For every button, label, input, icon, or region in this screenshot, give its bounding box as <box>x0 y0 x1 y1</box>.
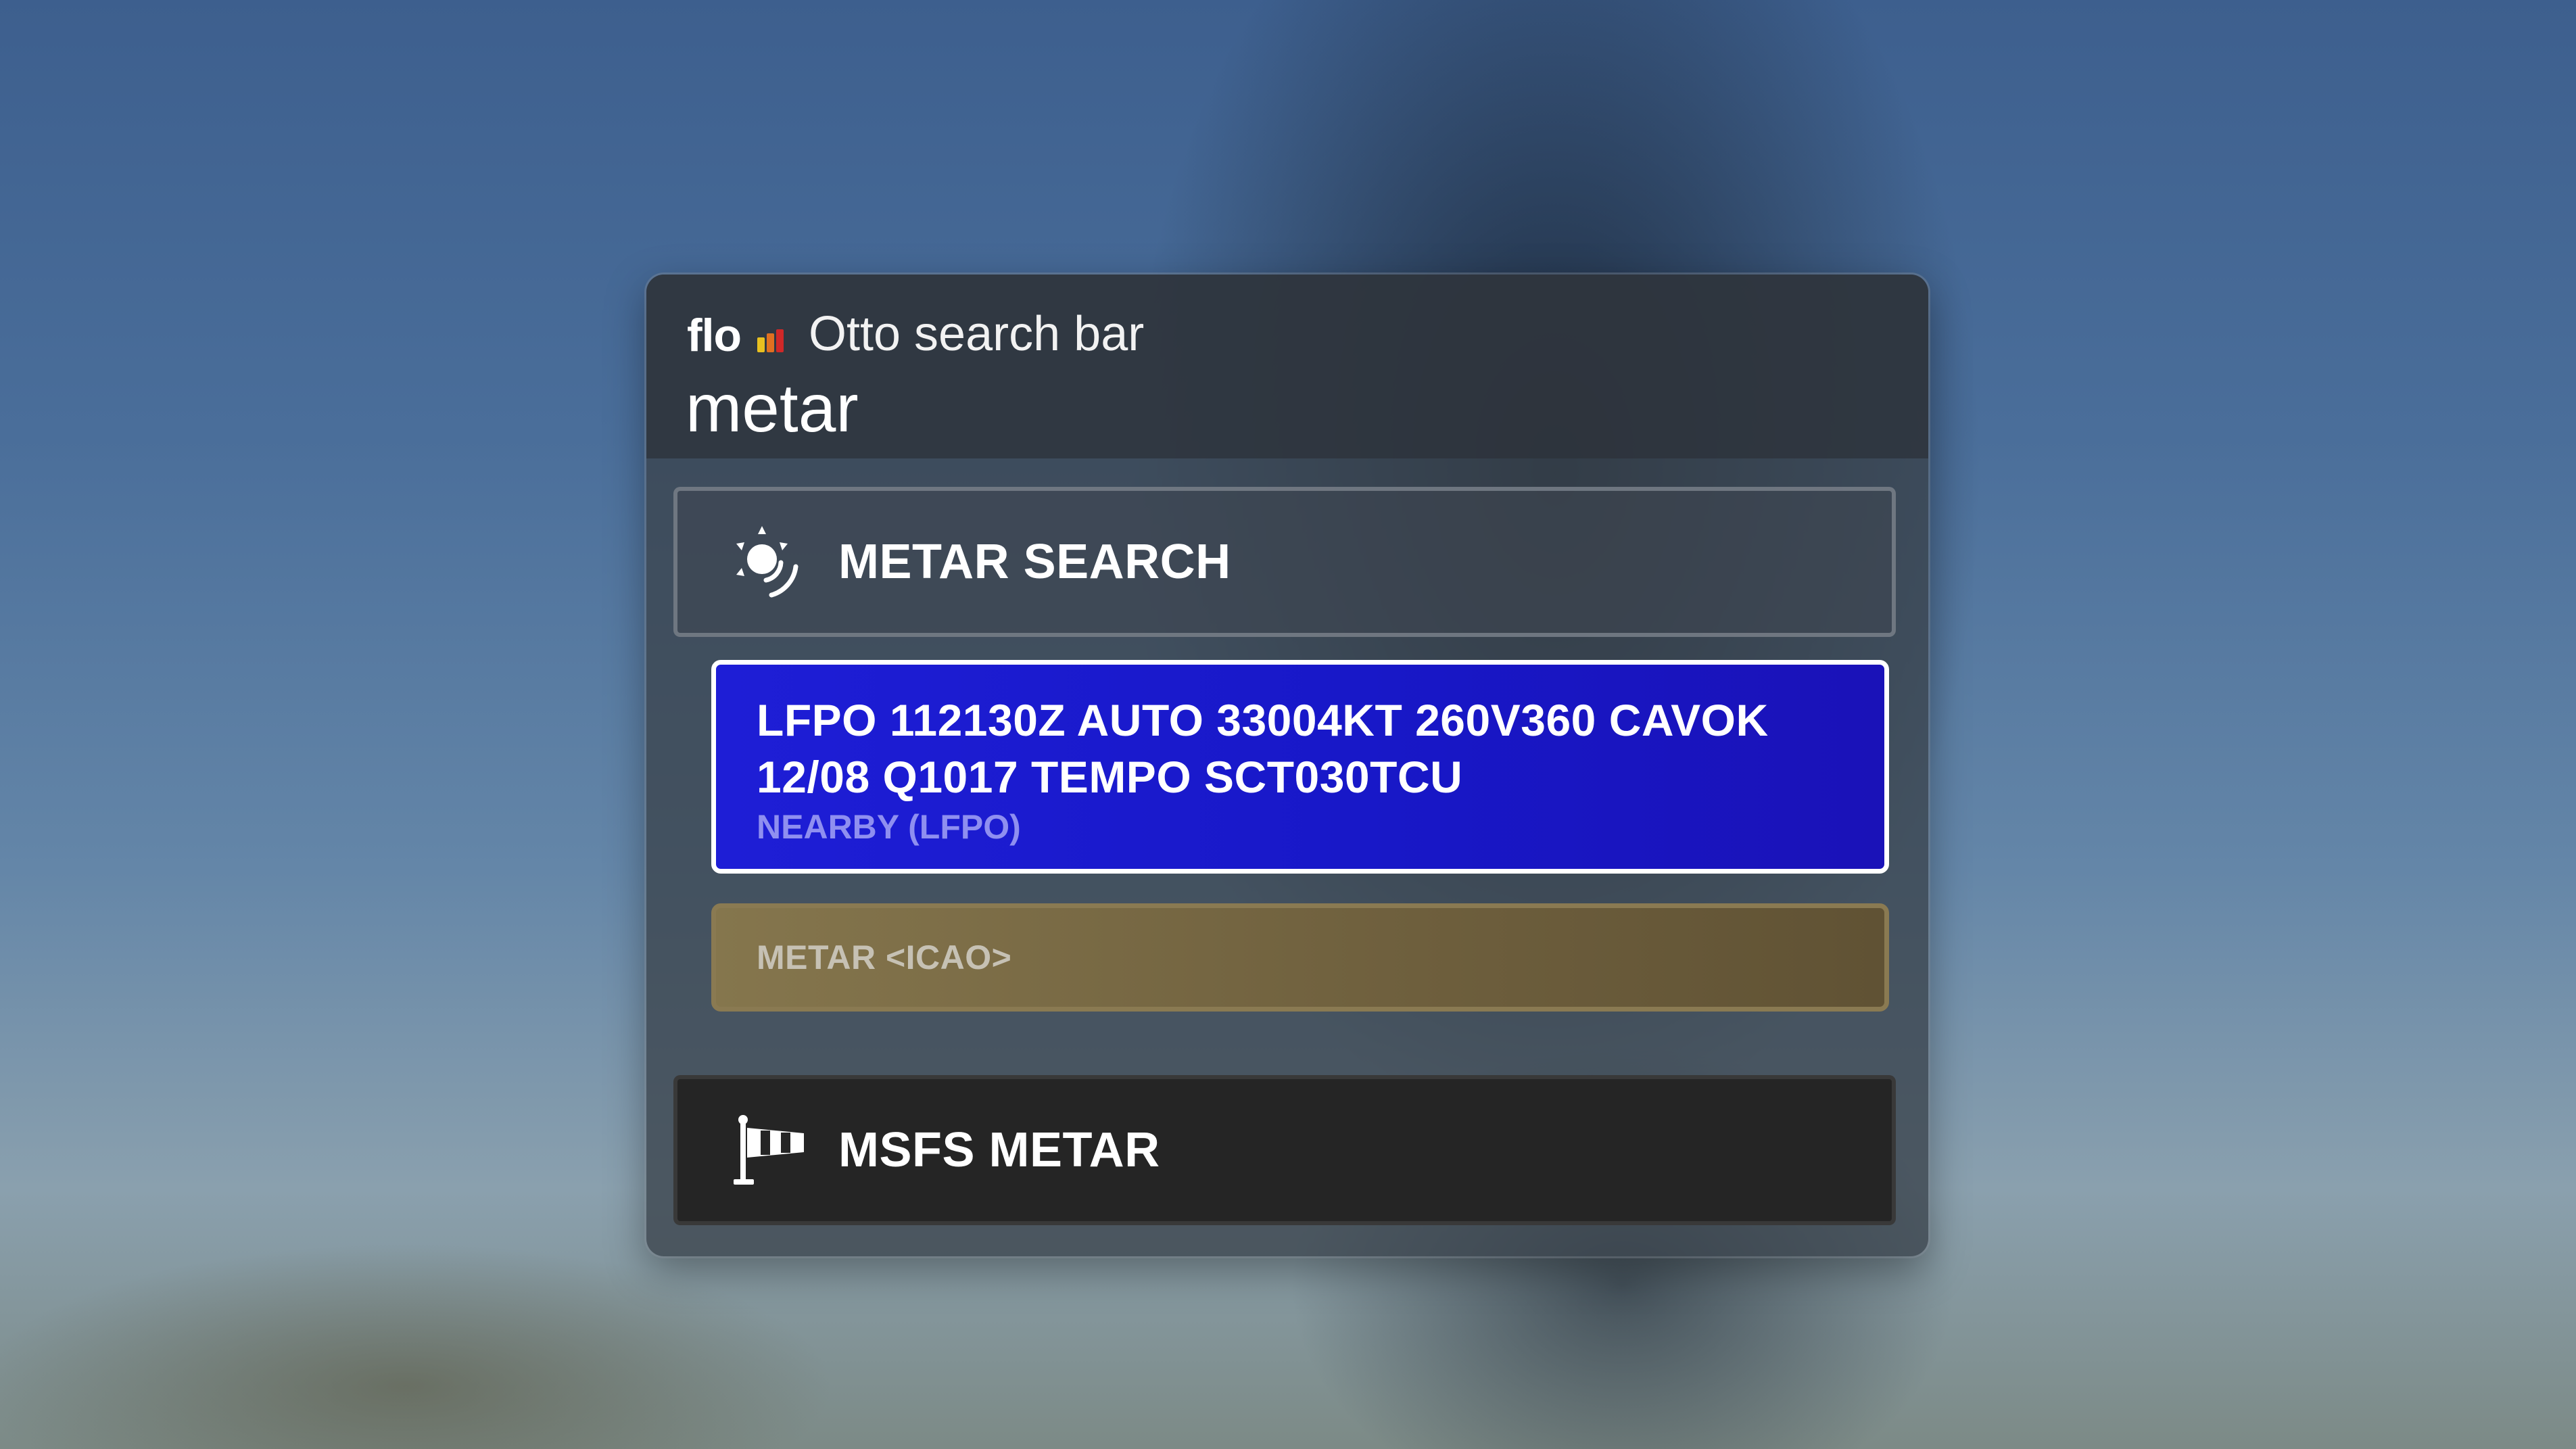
result-item-selected[interactable]: LFPO 112130Z AUTO 33004KT 260V360 CAVOK … <box>711 660 1889 874</box>
result-item-hint[interactable]: METAR <ICAO> <box>711 903 1889 1012</box>
search-panel: flow flo Otto search bar <box>646 275 1928 1256</box>
group-label-metar-search: METAR SEARCH <box>838 535 1231 589</box>
flow-logo: flow flo <box>687 310 788 358</box>
group-label-msfs-metar: MSFS METAR <box>838 1123 1160 1177</box>
weather-radar-icon <box>730 521 811 602</box>
search-header: flow flo Otto search bar <box>646 275 1928 458</box>
flow-logo-icon: flo <box>687 310 784 358</box>
result-subtitle: NEARBY (LFPO) <box>757 808 1021 846</box>
hint-label: METAR <ICAO> <box>757 939 1012 976</box>
svg-text:flo: flo <box>687 310 741 358</box>
result-metar-line-2: 12/08 Q1017 TEMPO SCT030TCU <box>757 752 1463 802</box>
group-metar-search[interactable]: METAR SEARCH <box>673 487 1896 637</box>
brand-row: flow flo Otto search bar <box>687 300 1144 368</box>
windsock-icon <box>730 1110 811 1191</box>
app-title: Otto search bar <box>809 307 1145 361</box>
result-metar-line-1: LFPO 112130Z AUTO 33004KT 260V360 CAVOK <box>757 695 1769 745</box>
group-msfs-metar[interactable]: MSFS METAR <box>673 1075 1896 1225</box>
search-input[interactable] <box>686 368 1835 449</box>
